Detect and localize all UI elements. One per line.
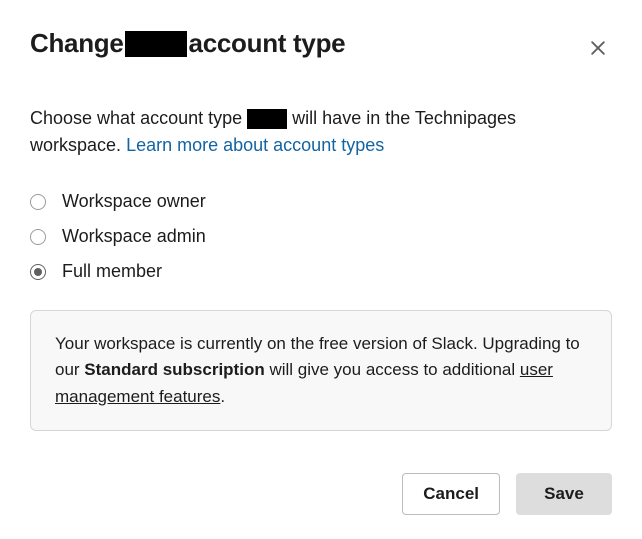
save-button[interactable]: Save (516, 473, 612, 515)
radio-icon (30, 229, 46, 245)
dialog-title: Change account type (30, 28, 345, 59)
radio-icon (30, 264, 46, 280)
cancel-button[interactable]: Cancel (402, 473, 500, 515)
title-prefix: Change (30, 28, 124, 59)
info-bold: Standard subscription (84, 360, 264, 379)
upgrade-info-box: Your workspace is currently on the free … (30, 310, 612, 431)
dialog-footer: Cancel Save (402, 473, 612, 515)
description-prefix: Choose what account type (30, 108, 242, 128)
info-text: . (220, 387, 225, 406)
redacted-name-title (125, 31, 187, 57)
radio-label: Workspace owner (62, 191, 206, 212)
radio-label: Workspace admin (62, 226, 206, 247)
radio-label: Full member (62, 261, 162, 282)
info-text: will give you access to additional (265, 360, 520, 379)
radio-workspace-owner[interactable]: Workspace owner (30, 191, 612, 212)
dialog-description: Choose what account type will have in th… (30, 105, 612, 159)
redacted-name-body (247, 109, 287, 129)
learn-more-link[interactable]: Learn more about account types (126, 135, 384, 155)
account-type-radio-group: Workspace owner Workspace admin Full mem… (30, 191, 612, 282)
radio-workspace-admin[interactable]: Workspace admin (30, 226, 612, 247)
radio-full-member[interactable]: Full member (30, 261, 612, 282)
radio-icon (30, 194, 46, 210)
close-icon (588, 46, 608, 61)
title-suffix: account type (189, 28, 346, 59)
close-button[interactable] (584, 34, 612, 65)
